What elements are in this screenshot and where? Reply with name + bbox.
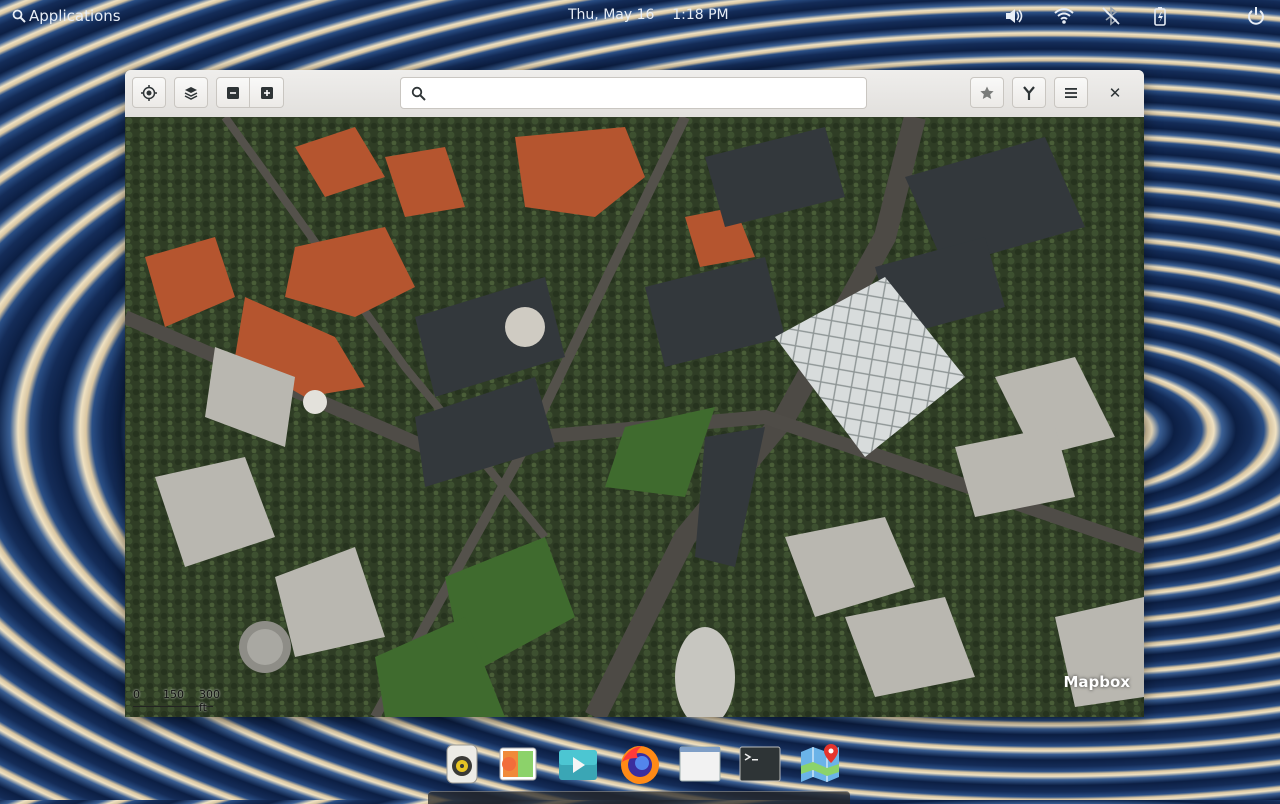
photos-icon[interactable] <box>496 742 540 786</box>
top-bar: Applications Thu, May 16 1:18 PM <box>0 0 1280 32</box>
mapbox-logo[interactable]: Mapbox <box>1063 673 1130 691</box>
favorites-button[interactable] <box>970 77 1004 108</box>
dock <box>440 738 850 792</box>
bluetooth-off-icon[interactable] <box>1099 4 1123 28</box>
volume-icon[interactable] <box>1002 4 1026 28</box>
zoom-out-icon <box>227 86 239 99</box>
route-icon <box>1023 85 1035 100</box>
files-window-icon[interactable] <box>678 742 722 786</box>
layers-icon <box>184 86 198 100</box>
search-icon <box>12 9 26 23</box>
zoom-controls <box>216 77 284 108</box>
zoom-in-button[interactable] <box>250 77 284 108</box>
search-entry[interactable] <box>400 77 867 109</box>
close-button[interactable]: ✕ <box>1105 83 1125 103</box>
rhythmbox-icon[interactable] <box>440 742 484 786</box>
battery-icon[interactable] <box>1148 4 1172 28</box>
terminal-icon[interactable] <box>738 742 782 786</box>
applications-menu[interactable]: Applications <box>12 7 121 25</box>
locate-icon <box>141 84 157 101</box>
clock[interactable]: Thu, May 16 1:18 PM <box>568 7 729 23</box>
map-scale: 0 150 300 ft <box>133 688 220 714</box>
applications-label: Applications <box>29 7 121 25</box>
wifi-icon[interactable] <box>1052 4 1076 28</box>
dock-shelf <box>428 791 850 804</box>
zoom-in-icon <box>260 86 273 99</box>
map-view[interactable]: 0 150 300 ft Mapbox <box>125 117 1144 717</box>
scale-max: 300 ft <box>199 688 220 714</box>
star-icon <box>980 86 994 99</box>
layers-button[interactable] <box>174 77 208 108</box>
menu-button[interactable] <box>1054 77 1088 108</box>
menu-icon <box>1065 87 1077 98</box>
scale-zero: 0 <box>133 688 140 701</box>
satellite-imagery <box>125 117 1144 717</box>
maps-icon[interactable] <box>798 742 842 786</box>
search-icon <box>411 86 426 101</box>
videos-icon[interactable] <box>556 742 600 786</box>
firefox-icon[interactable] <box>618 742 662 786</box>
maps-window: ✕ 0 150 300 ft Mapbox <box>125 70 1144 717</box>
locate-button[interactable] <box>132 77 166 108</box>
close-icon: ✕ <box>1108 84 1122 102</box>
route-button[interactable] <box>1012 77 1046 108</box>
power-icon[interactable] <box>1244 4 1268 28</box>
header-bar: ✕ <box>125 70 1144 118</box>
scale-mid: 150 <box>163 688 184 701</box>
zoom-out-button[interactable] <box>216 77 250 108</box>
search-input[interactable] <box>432 79 866 107</box>
